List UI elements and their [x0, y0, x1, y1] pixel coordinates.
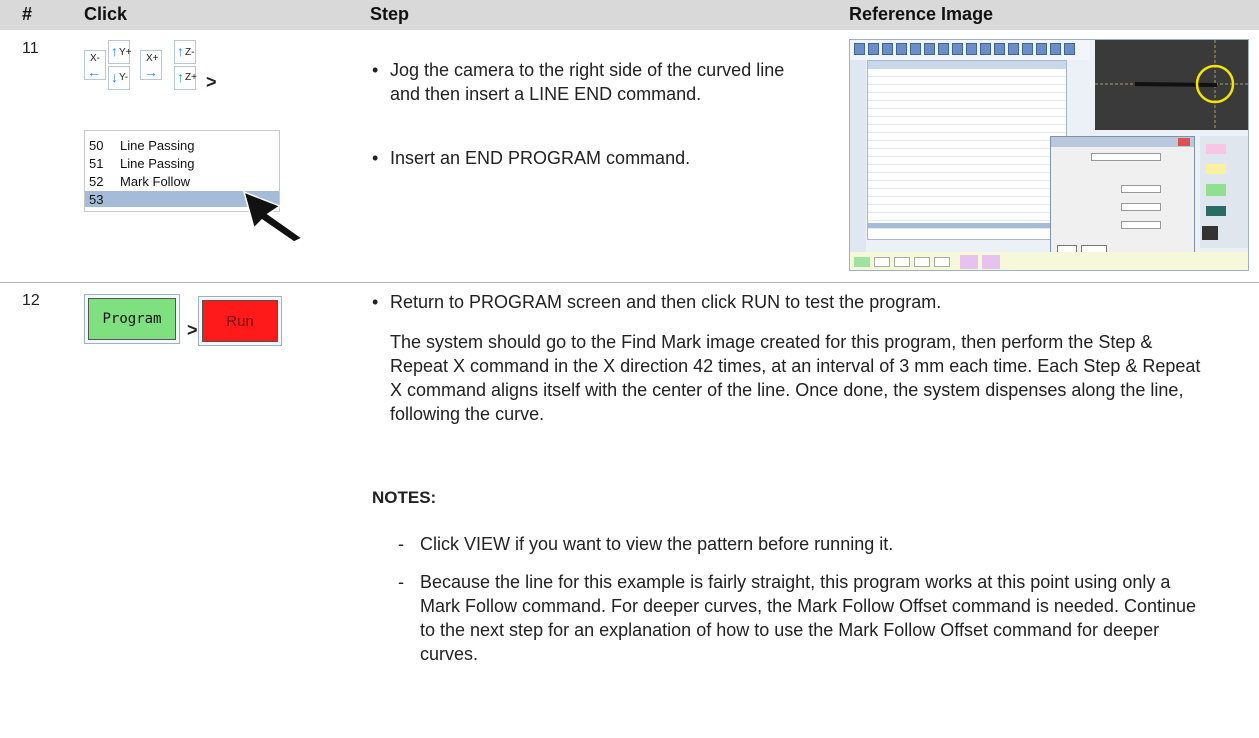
list-item-label: Line Passing: [120, 138, 195, 153]
col-click-header: Click: [84, 4, 128, 24]
jog-z-plus-label: Z+: [185, 72, 197, 83]
reference-table: [867, 60, 1067, 240]
col-step-header: Step: [370, 4, 410, 24]
step-bullet: • Jog the camera to the right side of th…: [372, 58, 802, 106]
row-number: 11: [22, 40, 39, 57]
col-reference-header: Reference Image: [849, 4, 994, 24]
command-edit-dialog: [1050, 136, 1195, 262]
notes-heading: NOTES:: [372, 488, 437, 507]
reference-image: [849, 39, 1249, 271]
run-button-label: Run: [226, 312, 254, 330]
program-button-label: Program: [102, 311, 162, 327]
arrow-down-icon: ↓: [111, 69, 118, 85]
row-divider: [0, 282, 1259, 283]
arrow-up-icon: ↑: [177, 69, 184, 85]
reference-sidebar: [850, 60, 866, 270]
list-item-label: Line Passing: [120, 156, 195, 171]
list-item[interactable]: 52 Mark Follow: [85, 173, 279, 189]
step-bullet: • Return to PROGRAM screen and then clic…: [372, 290, 1242, 314]
then-arrow: >: [187, 320, 198, 340]
jog-x-minus-label: X-: [90, 53, 100, 64]
list-item[interactable]: 51 Line Passing: [85, 155, 279, 171]
jog-x-plus-label: X+: [146, 53, 159, 64]
note-text: Click VIEW if you want to view the patte…: [420, 534, 894, 554]
camera-target-icon: [1095, 40, 1248, 130]
list-item-number: 52: [89, 174, 104, 189]
jog-z-minus-button[interactable]: ↑ Z-: [174, 40, 196, 64]
arrow-up-icon: ↑: [177, 43, 184, 59]
run-button[interactable]: Run: [198, 296, 282, 346]
camera-view: [1095, 40, 1248, 130]
arrow-left-icon: ←: [87, 64, 101, 80]
col-num-header: #: [22, 4, 33, 24]
arrow-right-icon: →: [144, 64, 158, 80]
jog-y-plus-button[interactable]: ↑ Y+: [108, 40, 132, 64]
step-text: Insert an END PROGRAM command.: [390, 148, 691, 168]
then-arrow: >: [206, 72, 217, 92]
jog-y-plus-label: Y+: [119, 47, 132, 58]
step-description: The system should go to the Find Mark im…: [390, 332, 1201, 424]
list-item-number: 50: [89, 138, 104, 153]
list-item-label: Mark Follow: [120, 174, 191, 189]
list-item-number: 53: [89, 192, 104, 207]
note-item: - Because the line for this example is f…: [398, 570, 1208, 666]
table-header: # Click Step Reference Image: [0, 0, 1259, 30]
reference-bottom-buttons: [850, 252, 1248, 270]
jog-x-minus-button[interactable]: X- ←: [84, 50, 106, 80]
program-button[interactable]: Program: [84, 294, 180, 344]
arrow-up-icon: ↑: [111, 43, 118, 59]
jog-y-minus-button[interactable]: ↓ Y-: [108, 66, 130, 90]
note-item: - Click VIEW if you want to view the pat…: [398, 532, 1198, 556]
jog-z-plus-button[interactable]: ↑ Z+: [174, 66, 197, 90]
step-text: Return to PROGRAM screen and then click …: [390, 292, 942, 312]
step-text: Jog the camera to the right side of the …: [390, 60, 785, 104]
list-item-number: 51: [89, 156, 104, 171]
mouse-pointer-icon: [242, 190, 304, 243]
note-text: Because the line for this example is fai…: [420, 572, 1196, 664]
list-item[interactable]: 50 Line Passing: [85, 137, 279, 153]
jog-x-plus-button[interactable]: X+ →: [140, 50, 162, 80]
reference-toolbar: [850, 40, 1090, 60]
step-bullet: • Insert an END PROGRAM command.: [372, 146, 802, 170]
jog-y-minus-label: Y-: [119, 72, 129, 83]
jog-z-minus-label: Z-: [185, 47, 195, 58]
row-number: 12: [22, 292, 40, 309]
reference-control-panel: [1200, 136, 1248, 248]
